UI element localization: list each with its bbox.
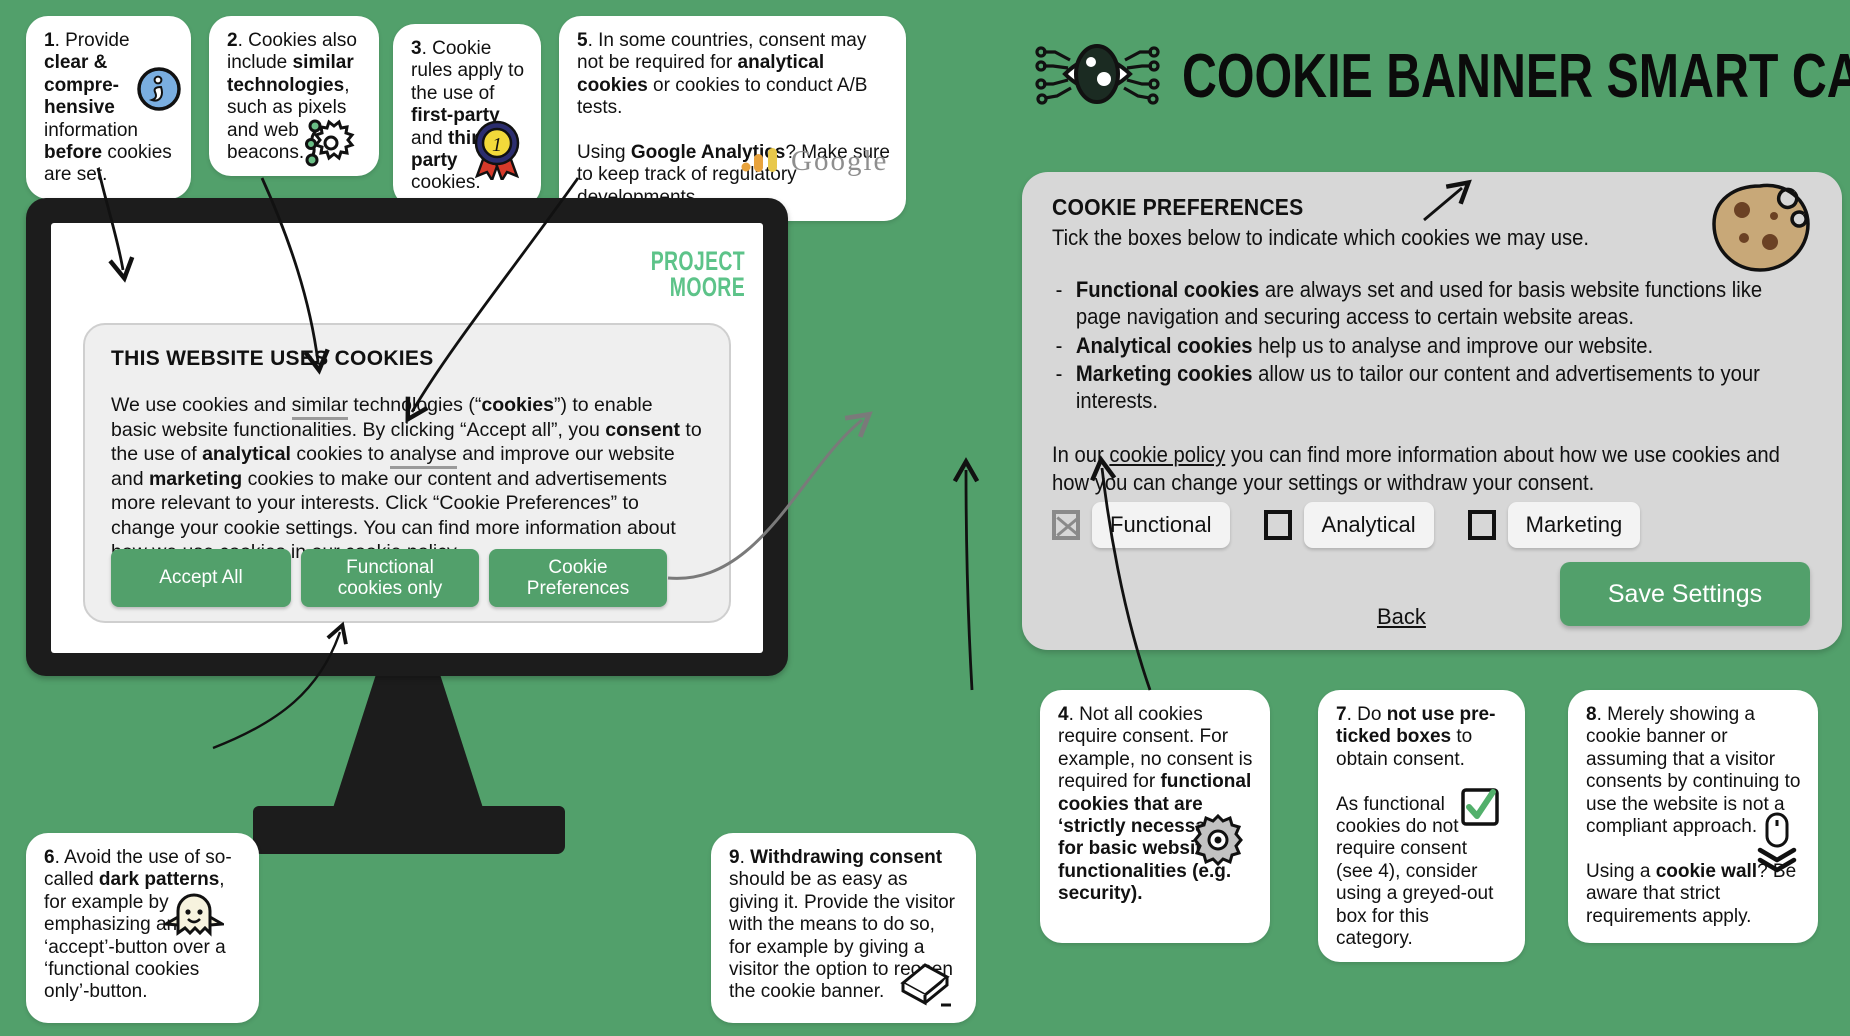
card-number: 8: [1586, 704, 1597, 725]
note-card-1: 1. Provide clear & compre-hensive inform…: [26, 16, 191, 199]
card-number: 7: [1336, 704, 1347, 725]
functional-cookies-only-button[interactable]: Functional cookies only: [301, 549, 479, 607]
preferences-line1: Cookie: [548, 556, 608, 578]
logo-line-2: MOORE: [669, 271, 745, 302]
note-card-3: 3. Cookie rules apply to the use of firs…: [393, 24, 541, 207]
functional-only-line1: Functional: [346, 556, 434, 578]
project-moore-logo: PROJECT MOORE: [650, 246, 745, 302]
monitor-stand-base: [253, 806, 565, 854]
back-link[interactable]: Back: [1377, 604, 1426, 630]
note-card-6: 6. Avoid the use of so-called dark patte…: [26, 833, 259, 1023]
info-circle-icon: [136, 66, 182, 118]
chip-marketing[interactable]: Marketing: [1507, 502, 1641, 548]
checkbox-group-functional[interactable]: Functional: [1052, 502, 1230, 548]
cookie-category-list: Functional cookies are always set and us…: [1052, 277, 1807, 415]
monitor-stand-neck: [333, 668, 483, 808]
card-number: 1: [44, 30, 55, 51]
category-desc: help us to analyse and improve our websi…: [1252, 332, 1654, 358]
policy-pre: In our: [1052, 442, 1110, 468]
checkbox-empty-icon[interactable]: [1467, 510, 1496, 540]
google-analytics-logo: [741, 146, 787, 178]
note-card-4-text: 4. Not all cookies require consent. For …: [1058, 704, 1253, 905]
gear-icon: [1192, 813, 1244, 872]
note-card-7: 7. Do not use pre-ticked boxes to obtain…: [1318, 690, 1525, 963]
ghost-icon: [161, 891, 227, 945]
web-beacon-icon: [299, 114, 357, 178]
cookie-checkbox-row: Functional Analytical Marketing: [1052, 502, 1641, 548]
list-item: Functional cookies are always set and us…: [1052, 277, 1807, 331]
cookie-bitten-icon: [1708, 180, 1818, 285]
first-place-ribbon-icon: 1: [469, 118, 525, 186]
card-number: 4: [1058, 704, 1069, 725]
page-title: COOKIE BANNER SMART CARD: [1182, 42, 1850, 111]
infographic-canvas: 1. Provide clear & compre-hensive inform…: [0, 0, 1850, 1036]
accept-all-label: Accept All: [159, 567, 243, 589]
card-number: 3: [411, 38, 422, 59]
eraser-icon: [897, 961, 955, 1019]
note-card-4: 4. Not all cookies require consent. For …: [1040, 690, 1270, 943]
note-card-5: 5. In some countries, consent may not be…: [559, 16, 906, 222]
monitor-bezel: PROJECT MOORE THIS WEBSITE USES COOKIES …: [26, 198, 788, 676]
cookie-policy-link[interactable]: cookie policy: [1109, 442, 1225, 467]
note-card-5-text: 5. In some countries, consent may not be…: [577, 30, 890, 208]
card-number: 5: [577, 30, 588, 51]
preferences-subheading: Tick the boxes below to indicate which c…: [1052, 225, 1589, 250]
cookie-banner-heading: THIS WEBSITE USES COOKIES: [111, 347, 434, 370]
google-wordmark: Google: [791, 145, 889, 177]
scroll-mouse-icon: [1754, 812, 1800, 880]
cookie-preferences-button[interactable]: Cookie Preferences: [489, 549, 667, 607]
list-item: Marketing cookies allow us to tailor our…: [1052, 361, 1807, 415]
cookie-preferences-panel: COOKIE PREFERENCES Tick the boxes below …: [1022, 172, 1842, 650]
checkbox-group-marketing[interactable]: Marketing: [1467, 502, 1641, 548]
note-card-9: 9. Withdrawing consent should be as easy…: [711, 833, 976, 1023]
save-settings-label: Save Settings: [1607, 579, 1763, 608]
accept-all-button[interactable]: Accept All: [111, 549, 291, 607]
preferences-heading: COOKIE PREFERENCES: [1052, 194, 1304, 220]
cookie-banner-buttons: Accept All Functional cookies only Cooki…: [111, 549, 667, 607]
monitor-screen: PROJECT MOORE THIS WEBSITE USES COOKIES …: [51, 223, 763, 653]
cookie-policy-paragraph: In our cookie policy you can find more i…: [1052, 441, 1807, 496]
category-name: Functional cookies: [1075, 277, 1260, 302]
note-card-8: 8. Merely showing a cookie banner or ass…: [1568, 690, 1818, 943]
category-name: Marketing cookies: [1075, 361, 1253, 387]
preferences-line2: Preferences: [526, 578, 630, 599]
chip-functional[interactable]: Functional: [1092, 502, 1230, 548]
note-card-2: 2. Cookies also include similar technolo…: [209, 16, 379, 178]
logo-line-1: PROJECT: [650, 246, 745, 276]
checkbox-group-analytical[interactable]: Analytical: [1263, 502, 1434, 548]
card-number: 6: [44, 847, 55, 868]
cookie-banner-body: We use cookies and similar technologies …: [111, 394, 702, 564]
cookie-eye-icon: [1035, 30, 1160, 123]
functional-only-label: Functional cookies only: [338, 557, 443, 600]
functional-only-line2: cookies only: [337, 578, 443, 599]
card-number: 2: [227, 30, 238, 51]
list-item: Analytical cookies help us to analyse an…: [1052, 333, 1807, 360]
category-name: Analytical cookies: [1075, 332, 1253, 358]
card-number: 9: [729, 847, 740, 868]
chip-analytical[interactable]: Analytical: [1303, 502, 1434, 548]
cookie-preferences-label: Cookie Preferences: [527, 557, 629, 600]
cookie-banner: THIS WEBSITE USES COOKIES We use cookies…: [83, 323, 731, 623]
checked-box-green-icon: [1460, 787, 1500, 833]
checkbox-crossed-greyed-icon[interactable]: [1052, 510, 1080, 540]
save-settings-button[interactable]: Save Settings: [1560, 562, 1810, 626]
header: COOKIE BANNER SMART CARD: [1035, 30, 1850, 123]
monitor-illustration: PROJECT MOORE THIS WEBSITE USES COOKIES …: [26, 198, 976, 878]
checkbox-empty-icon[interactable]: [1263, 510, 1292, 540]
svg-text:1: 1: [492, 134, 502, 156]
